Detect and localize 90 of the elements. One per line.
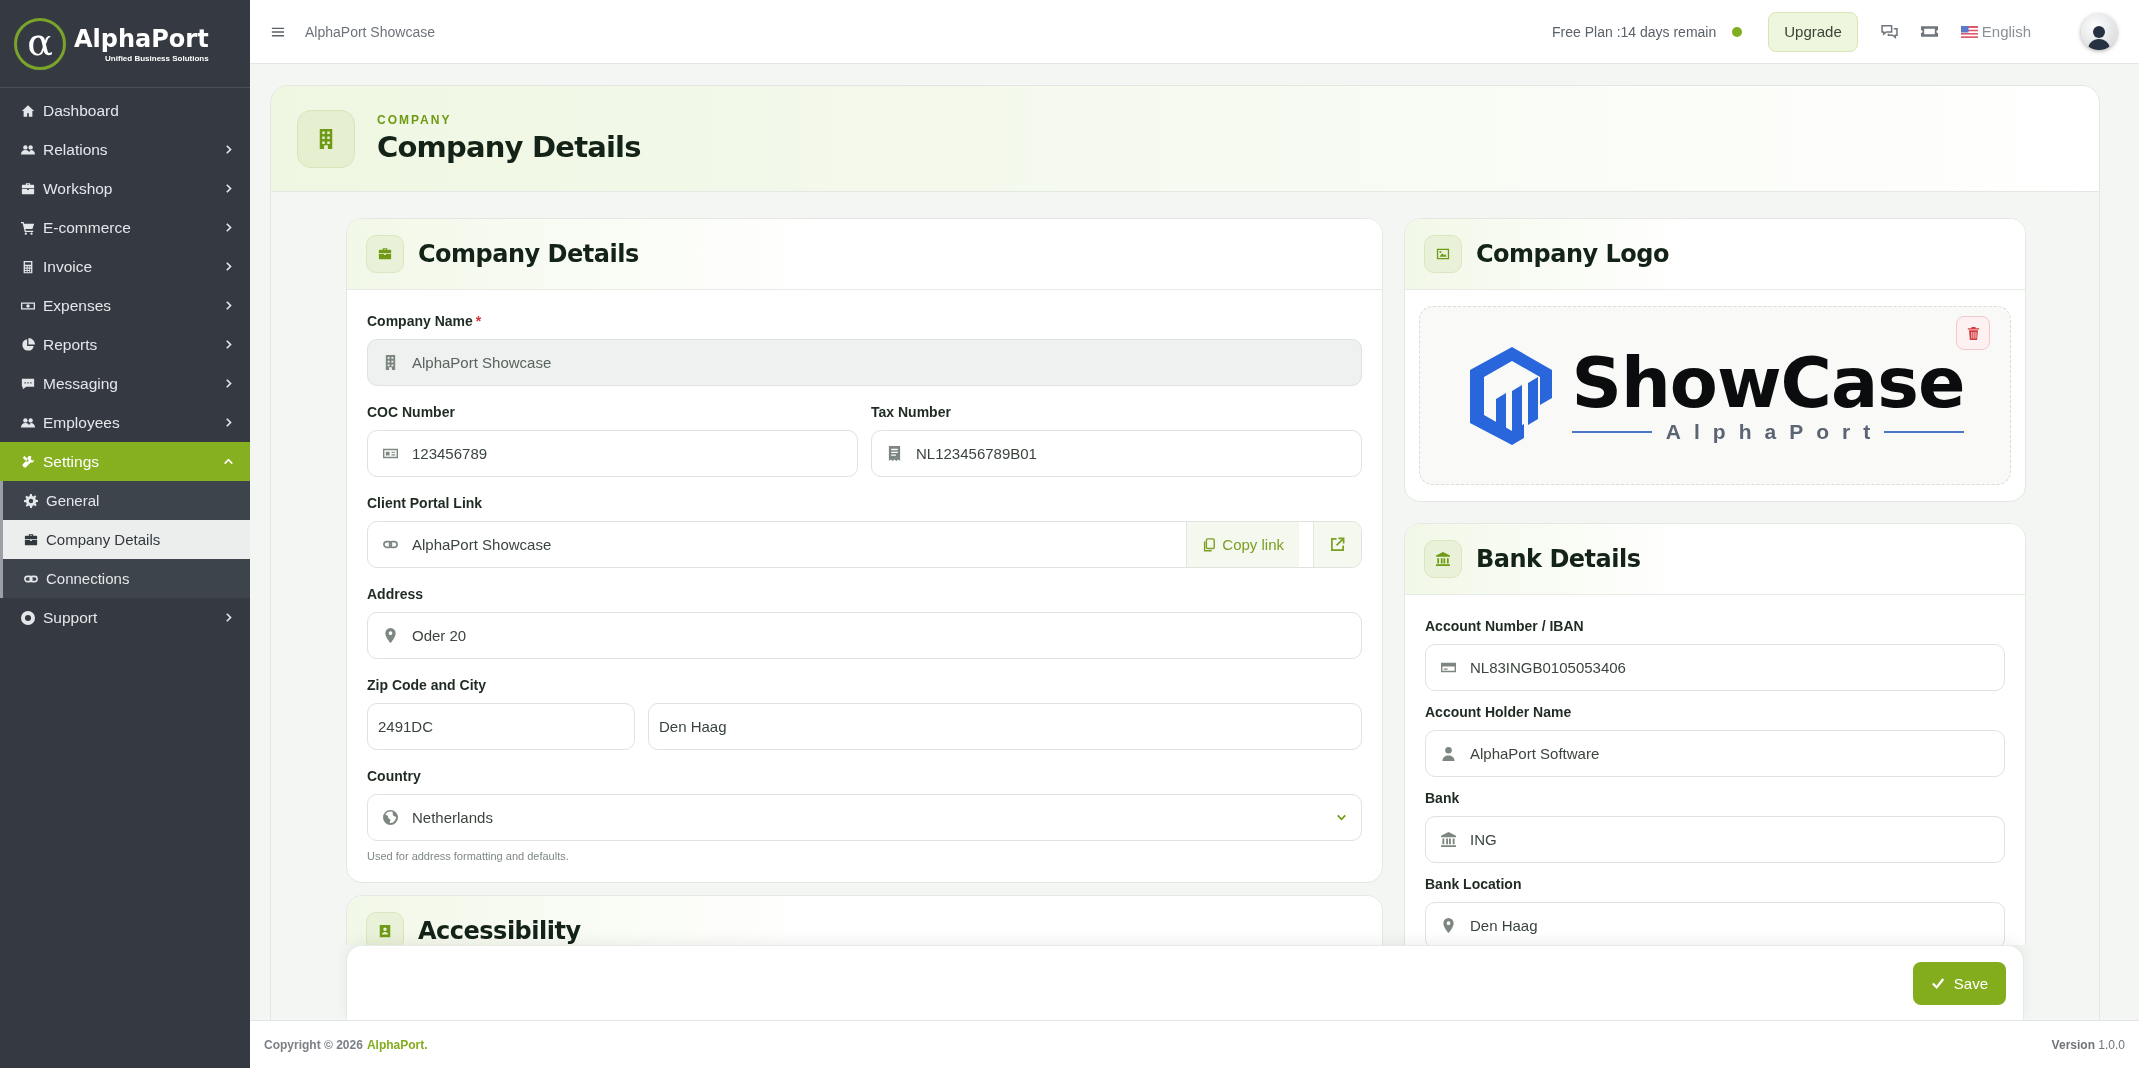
- id-card-icon: [383, 446, 398, 461]
- sidebar-item[interactable]: Expenses: [0, 286, 250, 325]
- globe-icon: [383, 810, 398, 825]
- text-field[interactable]: Oder 20: [367, 612, 1362, 659]
- pie-chart-icon: [21, 337, 35, 352]
- settings-icon: [24, 493, 38, 508]
- sidebar-subitem[interactable]: Connections: [0, 559, 250, 598]
- sidebar-item[interactable]: Dashboard: [0, 91, 250, 130]
- cart-icon: [21, 220, 35, 235]
- credit-card-icon: [1441, 660, 1456, 675]
- logo-wordmark: ShowCase: [1571, 347, 1965, 418]
- field-label: Company Name: [367, 313, 473, 330]
- bank-icon: [1424, 540, 1462, 578]
- page-eyebrow: COMPANY: [377, 113, 453, 127]
- card-title: Accessibility: [418, 917, 581, 945]
- upgrade-button[interactable]: Upgrade: [1768, 11, 1858, 52]
- image-icon: [1424, 235, 1462, 273]
- receipt-icon: [887, 446, 902, 461]
- brand-logo-mark: α: [14, 17, 66, 70]
- link-field[interactable]: AlphaPort Showcase Copy link: [367, 521, 1362, 568]
- building-icon: [383, 355, 398, 370]
- sidebar-subitem[interactable]: General: [0, 481, 250, 520]
- text-field[interactable]: AlphaPort Software: [1425, 730, 2005, 777]
- people-icon: [21, 142, 35, 157]
- card-title: Company Details: [418, 240, 639, 268]
- field-label: Bank: [1425, 790, 1460, 807]
- required-mark: *: [475, 313, 482, 330]
- field-label: COC Number: [367, 404, 455, 421]
- text-field[interactable]: NL83INGB0105053406: [1425, 644, 2005, 691]
- bank-icon: [1441, 832, 1456, 847]
- page-title: Company Details: [377, 130, 641, 164]
- briefcase-icon: [21, 181, 35, 196]
- copy-icon: [1202, 537, 1217, 552]
- card-title: Bank Details: [1476, 545, 1641, 573]
- field-label: Zip Code and City: [367, 677, 486, 694]
- flag-icon: [1960, 25, 1978, 38]
- field-label: Bank Location: [1425, 876, 1522, 893]
- text-field[interactable]: ING: [1425, 816, 2005, 863]
- briefcase-icon: [366, 235, 404, 273]
- plan-status: Free Plan :14 days remain: [1552, 23, 1717, 40]
- contact-card-icon: [366, 912, 404, 945]
- field-label: Client Portal Link: [367, 495, 483, 512]
- field-label: Account Holder Name: [1425, 704, 1572, 721]
- map-pin-icon: [383, 628, 398, 643]
- text-field[interactable]: 123456789: [367, 430, 858, 477]
- sidebar-item[interactable]: Reports: [0, 325, 250, 364]
- sidebar-item[interactable]: Messaging: [0, 364, 250, 403]
- text-field[interactable]: 2491DC: [367, 703, 635, 750]
- map-pin-icon: [1441, 918, 1456, 933]
- country-select[interactable]: Netherlands: [367, 794, 1362, 841]
- ticket-icon: [1920, 23, 1938, 40]
- text-field[interactable]: Den Haag: [648, 703, 1362, 750]
- text-field[interactable]: NL123456789B01: [871, 430, 1362, 477]
- brand-name: AlphaPort: [74, 24, 209, 53]
- chevron-down-icon: [1336, 812, 1347, 823]
- chat-bubbles-icon: [1880, 23, 1898, 40]
- avatar[interactable]: [2081, 13, 2117, 50]
- chat-icon: [21, 376, 35, 391]
- text-field[interactable]: Den Haag: [1425, 902, 2005, 945]
- field-label: Tax Number: [871, 404, 951, 421]
- sidebar-item[interactable]: Relations: [0, 130, 250, 169]
- help-text: Used for address formatting and defaults.: [367, 850, 570, 862]
- field-label: Address: [367, 586, 424, 603]
- calculator-icon: [21, 259, 35, 274]
- logo-tagline: AlphaPort: [1665, 419, 1884, 444]
- trash-icon: [1966, 326, 1980, 340]
- home-icon: [21, 103, 35, 118]
- field-label: Account Number / IBAN: [1425, 618, 1584, 635]
- check-icon: [1930, 976, 1945, 990]
- sidebar-item[interactable]: Invoice: [0, 247, 250, 286]
- building-icon: [297, 109, 355, 168]
- card-title: Company Logo: [1476, 240, 1670, 268]
- delete-button[interactable]: [1956, 316, 1990, 350]
- sidebar-item[interactable]: Workshop: [0, 169, 250, 208]
- sidebar-item[interactable]: Employees: [0, 403, 250, 442]
- external-link-icon: [1330, 537, 1345, 552]
- brand-tagline: Unified Business Solutions: [105, 53, 209, 63]
- sidebar-subitem[interactable]: Company Details: [0, 520, 250, 559]
- sidebar-item[interactable]: Support: [0, 598, 250, 637]
- field-label: Country: [367, 768, 421, 785]
- briefcase-icon: [24, 532, 38, 547]
- user-icon: [1441, 746, 1456, 761]
- tools-icon: [21, 454, 35, 469]
- version-text: Version 1.0.0: [2051, 1037, 2125, 1052]
- people-icon: [21, 415, 35, 430]
- sidebar-item[interactable]: E-commerce: [0, 208, 250, 247]
- app-title: AlphaPort Showcase: [305, 23, 435, 40]
- copyright-text: Copyright © 2026: [264, 1037, 363, 1052]
- open-link-button[interactable]: [1313, 522, 1361, 567]
- lifebuoy-icon: [21, 610, 35, 625]
